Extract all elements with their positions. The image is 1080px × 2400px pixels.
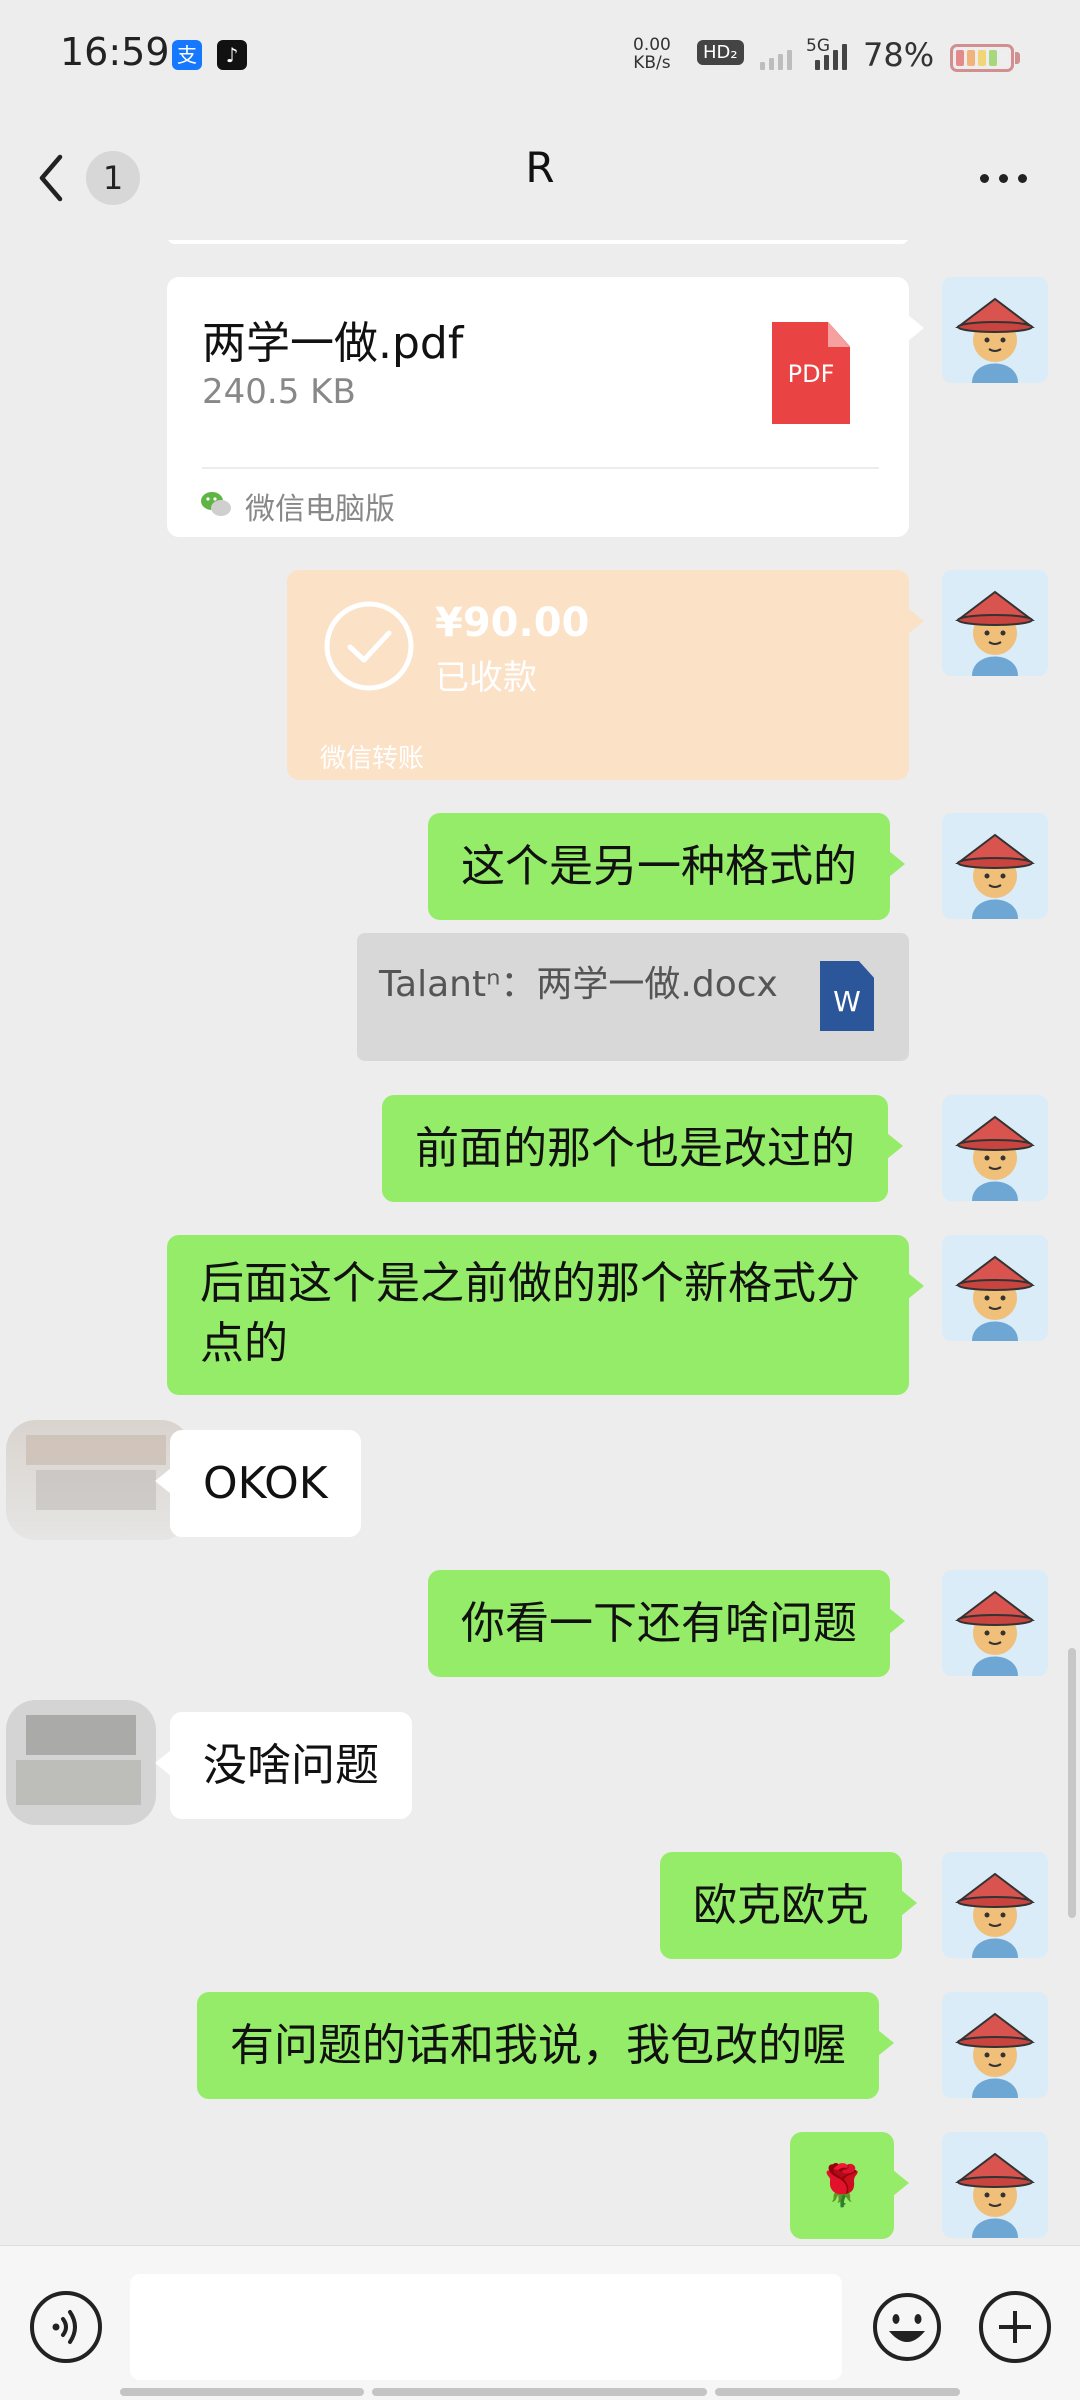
message-text: 你看一下还有啥问题 xyxy=(461,1597,857,1649)
avatar-image xyxy=(942,813,1048,919)
battery-icon xyxy=(950,44,1014,72)
avatar-image xyxy=(6,1700,156,1825)
file-source-label: 微信电脑版 xyxy=(245,492,395,527)
transfer-message-card[interactable]: ¥90.00 已收款 微信转账 xyxy=(287,570,924,780)
my-avatar[interactable] xyxy=(942,813,1048,919)
chat-header: 1 R xyxy=(0,115,1080,240)
divider xyxy=(202,467,879,469)
emoji-icon xyxy=(873,2293,941,2361)
network-speed-value: 0.00 xyxy=(633,35,671,55)
rose-icon: 🌹 xyxy=(817,2162,867,2209)
avatar-image xyxy=(942,1852,1048,1958)
avatar-image xyxy=(942,277,1048,383)
sent-message-bubble[interactable]: 有问题的话和我说，我包改的喔 xyxy=(197,1992,894,2099)
scrollbar[interactable] xyxy=(1068,1648,1076,1918)
file-size: 240.5 KB xyxy=(202,372,356,412)
transfer-status: 已收款 xyxy=(435,658,537,698)
sent-message-bubble[interactable]: 这个是另一种格式的 xyxy=(428,813,905,920)
network-speed: 0.00 KB/s xyxy=(633,36,671,72)
signal-icon xyxy=(760,42,792,70)
transfer-amount: ¥90.00 xyxy=(435,600,590,646)
previous-message-edge xyxy=(167,240,909,244)
avatar-image xyxy=(942,2132,1048,2238)
tiktok-icon: ♪ xyxy=(217,40,247,70)
emoji-button[interactable] xyxy=(871,2291,943,2363)
my-avatar[interactable] xyxy=(942,2132,1048,2238)
my-avatar[interactable] xyxy=(942,277,1048,383)
received-message-bubble[interactable]: 没啥问题 xyxy=(155,1712,412,1819)
quoted-reference[interactable]: Talantⁿ：两学一做.docx W xyxy=(357,933,909,1061)
pdf-icon-label: PDF xyxy=(787,360,835,388)
avatar-image xyxy=(942,570,1048,676)
wechat-icon xyxy=(201,492,231,516)
friend-avatar[interactable] xyxy=(6,1695,156,1830)
battery-cap xyxy=(1015,52,1020,64)
my-avatar[interactable] xyxy=(942,1235,1048,1341)
avatar-image xyxy=(942,1235,1048,1341)
received-message-bubble[interactable]: OKOK xyxy=(155,1430,361,1537)
status-time: 16:59 xyxy=(60,30,170,74)
more-icon[interactable] xyxy=(968,163,1038,193)
sent-message-bubble[interactable]: 前面的那个也是改过的 xyxy=(382,1095,903,1202)
file-message-card[interactable]: 两学一做.pdf 240.5 KB PDF 微信电脑版 xyxy=(167,277,924,537)
plus-icon[interactable] xyxy=(979,2291,1051,2363)
network-speed-unit: KB/s xyxy=(633,53,671,73)
message-text: 前面的那个也是改过的 xyxy=(415,1122,855,1174)
avatar-image xyxy=(942,1570,1048,1676)
avatar-image xyxy=(942,1095,1048,1201)
my-avatar[interactable] xyxy=(942,1095,1048,1201)
gesture-bar-left xyxy=(120,2388,364,2396)
quote-text: Talantⁿ：两学一做.docx xyxy=(379,964,778,1005)
message-text: OKOK xyxy=(203,1457,328,1509)
gesture-bar-center xyxy=(372,2388,707,2396)
voice-button[interactable] xyxy=(30,2291,102,2363)
voice-icon xyxy=(52,2310,77,2344)
sent-message-bubble[interactable]: 后面这个是之前做的那个新格式分点的 xyxy=(167,1235,924,1395)
message-text: 没啥问题 xyxy=(203,1739,379,1791)
my-avatar[interactable] xyxy=(942,1992,1048,2098)
file-name: 两学一做.pdf xyxy=(202,318,464,369)
check-circle-icon xyxy=(324,601,414,691)
my-avatar[interactable] xyxy=(942,570,1048,676)
sent-message-bubble[interactable]: 🌹 xyxy=(790,2132,909,2239)
input-bar xyxy=(0,2245,1080,2400)
message-input[interactable] xyxy=(130,2274,842,2380)
gesture-bar-right xyxy=(715,2388,960,2396)
message-text: 这个是另一种格式的 xyxy=(461,840,857,892)
battery-level: 78% xyxy=(863,36,935,74)
message-text: 有问题的话和我说，我包改的喔 xyxy=(230,2019,846,2071)
message-text: 欧克欧克 xyxy=(693,1879,869,1931)
chat-message-list[interactable]: 两学一做.pdf 240.5 KB PDF 微信电脑版 ¥90.00 已收款 微… xyxy=(0,240,1080,2245)
message-text: 后面这个是之前做的那个新格式分点的 xyxy=(200,1258,860,1369)
transfer-source-label: 微信转账 xyxy=(320,744,425,774)
avatar-image xyxy=(942,1992,1048,2098)
alipay-icon: 支 xyxy=(172,40,202,70)
my-avatar[interactable] xyxy=(942,1570,1048,1676)
chat-title: R xyxy=(525,143,555,192)
sent-message-bubble[interactable]: 你看一下还有啥问题 xyxy=(428,1570,905,1677)
sent-message-bubble[interactable]: 欧克欧克 xyxy=(660,1852,917,1959)
hd-icon: HD₂ xyxy=(697,40,744,65)
status-bar: 16:59 支 ♪ 0.00 KB/s HD₂ 5G 78% xyxy=(0,0,1080,115)
word-icon-label: W xyxy=(833,985,861,1018)
my-avatar[interactable] xyxy=(942,1852,1048,1958)
signal-strength-icon xyxy=(815,42,847,70)
